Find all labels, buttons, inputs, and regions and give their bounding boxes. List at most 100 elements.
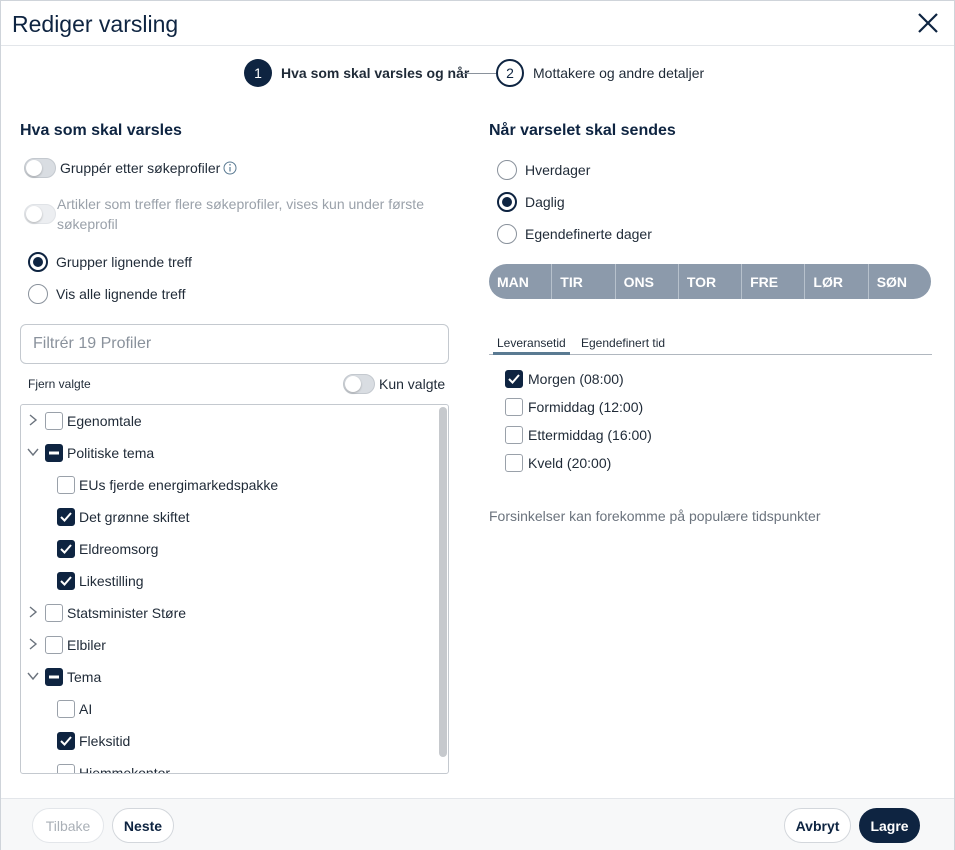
day-mon[interactable]: MAN: [489, 264, 553, 299]
radio-group-similar-label: Grupper lignende treff: [56, 254, 192, 270]
dialog-footer: Tilbake Neste Avbryt Lagre: [1, 798, 954, 850]
time-checkbox[interactable]: [505, 370, 523, 388]
close-icon: [918, 13, 938, 33]
tree-row[interactable]: Egenomtale: [21, 405, 436, 437]
time-tabs: Leveransetid Egendefinert tid: [489, 335, 932, 355]
group-by-profiles-toggle[interactable]: [24, 158, 56, 178]
next-button[interactable]: Neste: [112, 808, 174, 843]
tree-row[interactable]: Det grønne skiftet: [21, 501, 436, 533]
tree-row[interactable]: EUs fjerde energimarkedspakke: [21, 469, 436, 501]
back-button[interactable]: Tilbake: [32, 808, 104, 843]
tree-checkbox[interactable]: [57, 572, 75, 590]
tab-delivery-time[interactable]: Leveransetid: [493, 336, 570, 355]
tree-row[interactable]: AI: [21, 693, 436, 725]
tab-custom-time[interactable]: Egendefinert tid: [577, 336, 669, 355]
info-icon[interactable]: [223, 161, 237, 175]
tree-label: Egenomtale: [67, 413, 142, 429]
radio-group-similar[interactable]: [28, 252, 48, 272]
tree-scrollbar[interactable]: [439, 407, 447, 757]
tree-checkbox[interactable]: [45, 636, 63, 654]
chevron-down-icon[interactable]: [26, 445, 40, 459]
day-sun[interactable]: SØN: [869, 264, 931, 299]
tree-checkbox[interactable]: [57, 476, 75, 494]
step-2-number[interactable]: 2: [496, 59, 524, 87]
tree-label: Statsminister Støre: [67, 605, 187, 621]
chevron-right-icon[interactable]: [26, 637, 40, 651]
multi-profile-note: Artikler som treffer flere søkeprofiler,…: [57, 196, 424, 232]
profile-filter-input[interactable]: [20, 324, 449, 364]
only-selected-toggle[interactable]: [343, 374, 375, 394]
tree-checkbox[interactable]: [45, 668, 63, 686]
tree-checkbox[interactable]: [57, 732, 75, 750]
tree-row[interactable]: Elbiler: [21, 629, 436, 661]
group-by-profiles-label: Gruppér etter søkeprofiler: [60, 160, 221, 176]
tree-label: Tema: [67, 669, 102, 685]
clear-selected-link[interactable]: Fjern valgte: [28, 377, 91, 391]
time-checkbox[interactable]: [505, 398, 523, 416]
tree-checkbox[interactable]: [45, 412, 63, 430]
tree-checkbox[interactable]: [57, 508, 75, 526]
tree-label: AI: [79, 701, 93, 717]
what-section-title: Hva som skal varsles: [20, 122, 182, 139]
only-selected-label: Kun valgte: [379, 376, 446, 392]
multi-profile-toggle: [24, 204, 56, 224]
edit-alert-dialog: Rediger varsling 1 Hva som skal varsles …: [0, 0, 955, 850]
time-checkbox[interactable]: [505, 426, 523, 444]
cancel-button[interactable]: Avbryt: [784, 808, 851, 843]
tree-checkbox[interactable]: [57, 700, 75, 718]
tree-checkbox[interactable]: [45, 604, 63, 622]
tree-row[interactable]: Statsminister Støre: [21, 597, 436, 629]
tree-label: Politiske tema: [67, 445, 155, 461]
tree-label: Elbiler: [67, 637, 106, 653]
tree-row[interactable]: Likestilling: [21, 565, 436, 597]
time-option-label: Formiddag (12:00): [528, 399, 644, 415]
step-connector: [462, 73, 496, 74]
tree-label: Det grønne skiftet: [79, 509, 190, 525]
tree-row[interactable]: Hjemmekontor: [21, 757, 436, 774]
tree-row[interactable]: Politiske tema: [21, 437, 436, 469]
radio-show-all-label: Vis alle lignende treff: [56, 286, 186, 302]
chevron-down-icon[interactable]: [26, 669, 40, 683]
tree-label: Fleksitid: [79, 733, 131, 749]
radio-daily[interactable]: [497, 192, 517, 212]
radio-daily-label: Daglig: [525, 194, 565, 210]
tree-label: Likestilling: [79, 573, 144, 589]
when-section-title: Når varselet skal sendes: [489, 122, 676, 139]
dialog-title: Rediger varsling: [12, 11, 179, 37]
radio-custom-days-label: Egendefinerte dager: [525, 226, 652, 242]
tree-checkbox[interactable]: [45, 444, 63, 462]
stepper: 1 Hva som skal varsles og når 2 Mottaker…: [1, 59, 954, 87]
chevron-right-icon[interactable]: [26, 605, 40, 619]
step-2-label[interactable]: Mottakere og andre detaljer: [533, 65, 704, 81]
day-fri[interactable]: FRE: [742, 264, 806, 299]
step-1-label[interactable]: Hva som skal varsles og når: [281, 65, 469, 81]
delay-note: Forsinkelser kan forekomme på populære t…: [489, 508, 821, 524]
radio-weekdays-label: Hverdager: [525, 162, 591, 178]
tree-label: Hjemmekontor: [79, 765, 171, 774]
time-option-label: Morgen (08:00): [528, 371, 624, 387]
step-1-number[interactable]: 1: [244, 59, 272, 87]
tree-row[interactable]: Eldreomsorg: [21, 533, 436, 565]
radio-weekdays[interactable]: [497, 160, 517, 180]
tree-label: Eldreomsorg: [79, 541, 159, 557]
day-sat[interactable]: LØR: [805, 264, 869, 299]
close-button[interactable]: [915, 10, 941, 36]
time-option-label: Ettermiddag (16:00): [528, 427, 652, 443]
day-wed[interactable]: ONS: [616, 264, 679, 299]
dialog-header: Rediger varsling: [1, 1, 954, 46]
tree-label: EUs fjerde energimarkedspakke: [79, 477, 279, 493]
tree-row[interactable]: Fleksitid: [21, 725, 436, 757]
tree-checkbox[interactable]: [57, 540, 75, 558]
tree-row[interactable]: Tema: [21, 661, 436, 693]
time-option-label: Kveld (20:00): [528, 455, 612, 471]
day-tue[interactable]: TIR: [552, 264, 616, 299]
day-selector: MAN TIR ONS TOR FRE LØR SØN: [489, 264, 931, 299]
radio-show-all-similar[interactable]: [28, 284, 48, 304]
save-button[interactable]: Lagre: [859, 808, 920, 843]
time-checkbox[interactable]: [505, 454, 523, 472]
radio-custom-days[interactable]: [497, 224, 517, 244]
profile-tree: Hjemmekontor Fleksitid AI Tema Elbiler Statsm…: [20, 404, 449, 774]
day-thu[interactable]: TOR: [679, 264, 743, 299]
chevron-right-icon[interactable]: [26, 413, 40, 427]
tree-checkbox[interactable]: [57, 764, 75, 773]
